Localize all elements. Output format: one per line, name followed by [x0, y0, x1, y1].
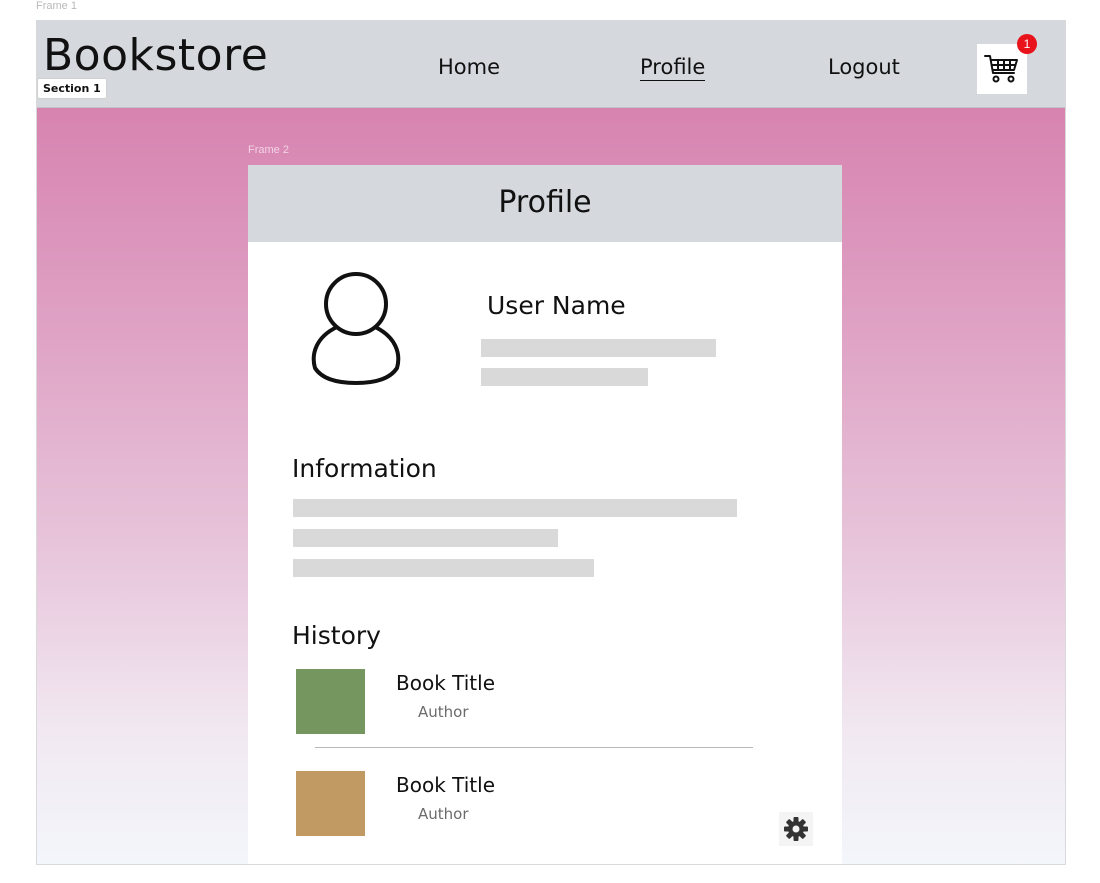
history-title: History — [292, 621, 381, 650]
history-book-author: Author — [418, 805, 469, 823]
nav-profile-link[interactable]: Profile — [640, 55, 706, 81]
user-avatar-icon — [311, 272, 401, 385]
profile-title: Profile — [498, 185, 592, 220]
information-title: Information — [292, 454, 437, 483]
nav-logout-link[interactable]: Logout — [828, 55, 900, 79]
settings-button[interactable] — [779, 812, 813, 846]
book-cover[interactable] — [296, 669, 365, 734]
nav-home-link[interactable]: Home — [438, 55, 500, 79]
information-placeholder — [293, 529, 558, 547]
history-divider — [315, 747, 753, 748]
profile-card: Profile User Name Information History Bo… — [248, 165, 842, 864]
frame-2-label: Frame 2 — [248, 144, 289, 156]
book-cover[interactable] — [296, 771, 365, 836]
top-navbar: Bookstore Section 1 Home Profile Logout … — [37, 20, 1065, 108]
information-placeholder — [293, 499, 737, 517]
shopping-cart-icon — [984, 55, 1018, 83]
brand-logo[interactable]: Bookstore — [43, 30, 268, 81]
user-detail-placeholder — [481, 339, 716, 357]
gear-icon — [784, 817, 808, 841]
cart-count-badge: 1 — [1017, 34, 1037, 54]
page-frame: Bookstore Section 1 Home Profile Logout … — [36, 20, 1066, 865]
frame-1-label: Frame 1 — [36, 0, 77, 12]
information-placeholder — [293, 559, 594, 577]
history-book-title[interactable]: Book Title — [396, 671, 495, 695]
hero-background: Frame 2 Profile User Name Information Hi… — [37, 108, 1065, 864]
section-badge: Section 1 — [37, 78, 107, 99]
profile-card-header: Profile — [248, 165, 842, 242]
user-detail-placeholder — [481, 368, 648, 386]
history-book-author: Author — [418, 703, 469, 721]
user-name: User Name — [487, 291, 626, 320]
history-book-title[interactable]: Book Title — [396, 773, 495, 797]
